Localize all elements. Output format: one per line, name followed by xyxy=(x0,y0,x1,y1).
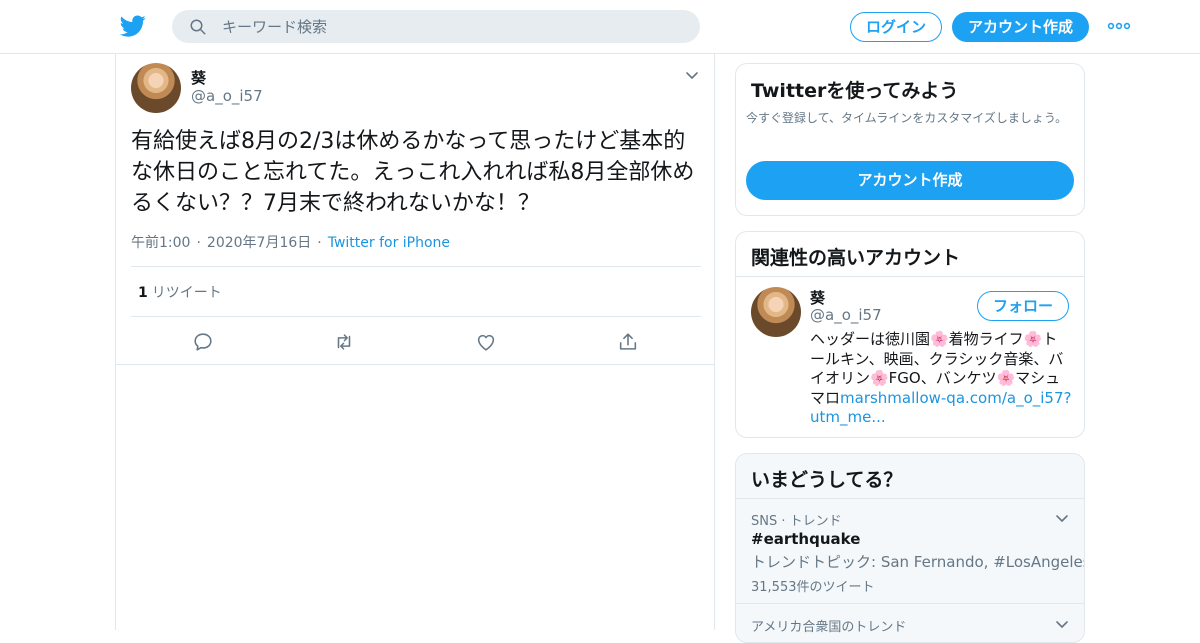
tweet-source-link[interactable]: Twitter for iPhone xyxy=(328,235,450,251)
share-icon[interactable] xyxy=(617,331,639,353)
tweet-author-handle[interactable]: @a_o_i57 xyxy=(191,87,263,105)
bio-link[interactable]: marshmallow-qa.com/a_o_i57?utm_me... xyxy=(810,389,1071,427)
chevron-down-icon[interactable] xyxy=(1054,617,1070,633)
top-nav-bar: ログイン アカウント作成 xyxy=(0,0,1200,54)
tweet-time: 午前1:00 xyxy=(131,235,191,251)
chevron-down-icon[interactable] xyxy=(684,68,700,84)
avatar[interactable] xyxy=(131,63,181,113)
card-title: いまどうしてる？ xyxy=(751,469,903,491)
trend-item[interactable]: SNS · トレンド #earthquake トレンドトピック: San Fer… xyxy=(736,499,1085,604)
account-name[interactable]: 葵 xyxy=(810,287,825,308)
trend-category: SNS · トレンド xyxy=(751,514,842,529)
like-heart-icon[interactable] xyxy=(475,331,497,353)
tweet-text: 有給使えば8月の2/3は休めるかなって思ったけど基本的な休日のこと忘れてた。えっ… xyxy=(131,129,695,216)
trends-card: いまどうしてる？ SNS · トレンド #earthquake トレンドトピック… xyxy=(735,453,1085,643)
related-accounts-card: 関連性の高いアカウント 葵 @a_o_i57 フォロー ヘッダーは徳川園🌸着物ラ… xyxy=(735,231,1085,438)
search-icon xyxy=(190,19,206,35)
reply-icon[interactable] xyxy=(192,331,214,353)
divider xyxy=(131,266,701,267)
retweet-count: 1 xyxy=(138,285,148,301)
account-handle[interactable]: @a_o_i57 xyxy=(810,306,882,324)
divider xyxy=(736,276,1084,277)
tweet-actions-bar xyxy=(116,317,714,365)
create-account-button[interactable]: アカウント作成 xyxy=(746,161,1074,200)
tweet-metadata: 午前1:00 · 2020年7月16日 · Twitter for iPhone xyxy=(131,235,451,251)
signup-button[interactable]: アカウント作成 xyxy=(952,12,1089,42)
tweet-date: 2020年7月16日 xyxy=(206,235,312,251)
trend-category: アメリカ合衆国のトレンド xyxy=(751,620,907,635)
tweet-author-name[interactable]: 葵 xyxy=(191,67,206,88)
more-options-icon[interactable] xyxy=(1107,16,1131,36)
search-bar[interactable] xyxy=(172,10,700,43)
trend-description: トレンドトピック: San Fernando, #LosAngeles xyxy=(751,553,1085,571)
retweet-icon[interactable] xyxy=(333,331,355,353)
follow-button[interactable]: フォロー xyxy=(977,291,1069,321)
trend-tweet-count: 31,553件のツイート xyxy=(751,580,875,595)
account-bio: ヘッダーは徳川園🌸着物ライフ🌸トールキン、映画、クラシック音楽、バイオリン🌸FG… xyxy=(810,330,1072,428)
login-button[interactable]: ログイン xyxy=(850,12,942,42)
card-subtitle: 今すぐ登録して、タイムラインをカスタマイズしましょう。 xyxy=(746,111,1068,125)
chevron-down-icon[interactable] xyxy=(1054,511,1070,527)
avatar[interactable] xyxy=(751,287,801,337)
trend-item[interactable]: アメリカ合衆国のトレンド xyxy=(736,605,1084,642)
retweet-stats[interactable]: 1 リツイート xyxy=(138,282,222,302)
twitter-bird-icon[interactable] xyxy=(120,13,146,39)
signup-prompt-card: Twitterを使ってみよう 今すぐ登録して、タイムラインをカスタマイズしましょ… xyxy=(735,63,1085,216)
trend-title[interactable]: #earthquake xyxy=(751,530,860,548)
card-title: 関連性の高いアカウント xyxy=(751,247,961,269)
search-input[interactable] xyxy=(222,10,682,43)
tweet-detail-column: 葵 @a_o_i57 有給使えば8月の2/3は休めるかなって思ったけど基本的な休… xyxy=(115,54,715,630)
card-title: Twitterを使ってみよう xyxy=(751,80,959,102)
retweet-label: リツイート xyxy=(151,285,222,301)
